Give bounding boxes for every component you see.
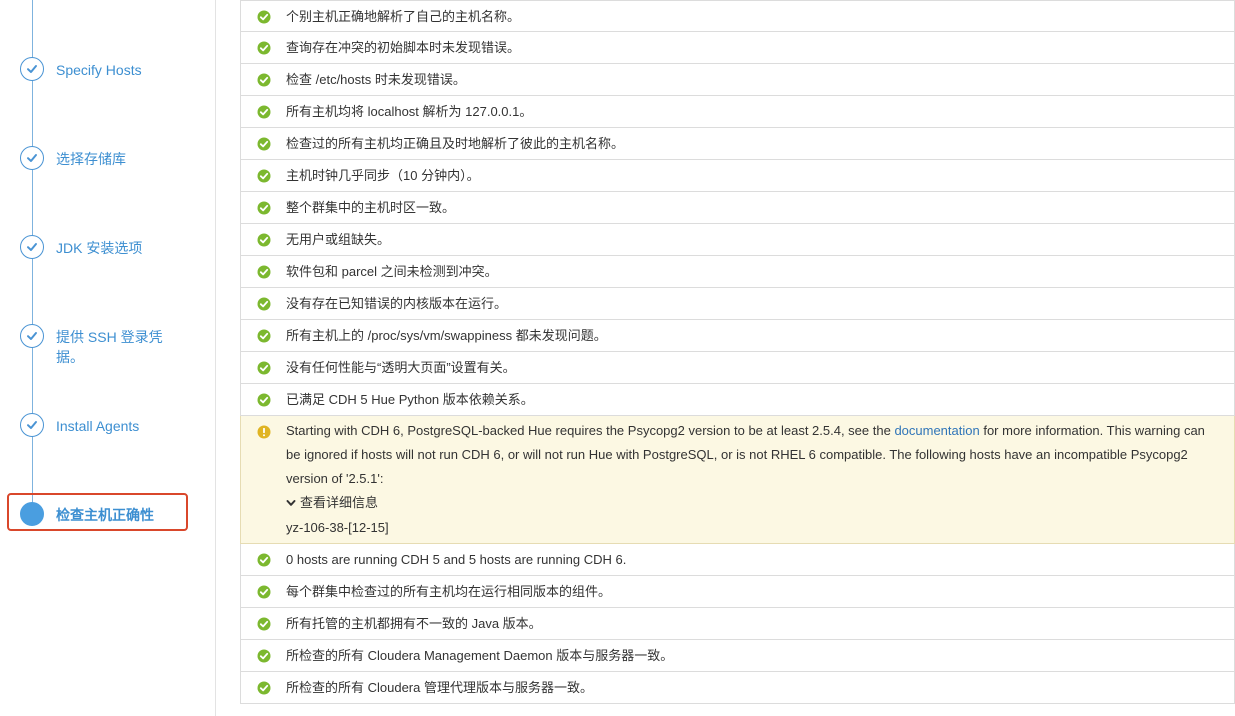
check-row: 所检查的所有 Cloudera Management Daemon 版本与服务器…	[240, 640, 1235, 672]
check-text: 每个群集中检查过的所有主机均在运行相同版本的组件。	[286, 584, 612, 599]
check-circle-icon	[257, 361, 271, 375]
check-circle-icon	[257, 617, 271, 631]
step-label: JDK 安装选项	[56, 240, 143, 256]
check-row: 查询存在冲突的初始脚本时未发现错误。	[240, 32, 1235, 64]
check-row: 所有托管的主机都拥有不一致的 Java 版本。	[240, 608, 1235, 640]
check-text: 查询存在冲突的初始脚本时未发现错误。	[286, 40, 521, 55]
check-text: 所检查的所有 Cloudera 管理代理版本与服务器一致。	[286, 680, 593, 695]
check-row: 所有主机上的 /proc/sys/vm/swappiness 都未发现问题。	[240, 320, 1235, 352]
check-row: 检查过的所有主机均正确且及时地解析了彼此的主机名称。	[240, 128, 1235, 160]
check-circle-icon	[257, 649, 271, 663]
details-toggle-label: 查看详细信息	[300, 495, 379, 510]
check-circle-icon	[257, 681, 271, 695]
step-label: 提供 SSH 登录凭据。	[56, 329, 163, 365]
check-text: 无用户或组缺失。	[286, 232, 391, 247]
affected-hosts: yz-106-38-[12-15]	[286, 520, 389, 535]
step-label: 选择存储库	[56, 151, 126, 167]
warning-message: Starting with CDH 6, PostgreSQL-backed H…	[286, 419, 1221, 540]
check-circle-icon	[257, 297, 271, 311]
check-circle-icon	[257, 73, 271, 87]
step-done-icon	[20, 235, 44, 259]
check-row: 每个群集中检查过的所有主机均在运行相同版本的组件。	[240, 576, 1235, 608]
step-label: Specify Hosts	[56, 62, 142, 78]
check-circle-icon	[257, 265, 271, 279]
step-current-icon	[20, 502, 44, 526]
check-circle-icon	[257, 41, 271, 55]
check-text: 没有存在已知错误的内核版本在运行。	[286, 296, 508, 311]
check-circle-icon	[257, 137, 271, 151]
check-circle-icon	[257, 201, 271, 215]
check-text: 软件包和 parcel 之间未检测到冲突。	[286, 264, 498, 279]
step-label: 检查主机正确性	[56, 507, 154, 523]
check-text: 检查 /etc/hosts 时未发现错误。	[286, 72, 466, 87]
details-toggle[interactable]: 查看详细信息	[286, 491, 1221, 516]
check-circle-icon	[257, 329, 271, 343]
check-circle-icon	[257, 10, 271, 24]
check-row: 检查 /etc/hosts 时未发现错误。	[240, 64, 1235, 96]
check-circle-icon	[257, 393, 271, 407]
check-text: 个别主机正确地解析了自己的主机名称。	[286, 9, 521, 24]
step-done-icon	[20, 324, 44, 348]
check-circle-icon	[257, 105, 271, 119]
check-text: 所有主机上的 /proc/sys/vm/swappiness 都未发现问题。	[286, 328, 607, 343]
chevron-down-icon	[286, 500, 296, 506]
check-circle-icon	[257, 233, 271, 247]
check-circle-icon	[257, 585, 271, 599]
check-text: 没有任何性能与“透明大页面”设置有关。	[286, 360, 516, 375]
warning-row: Starting with CDH 6, PostgreSQL-backed H…	[240, 416, 1235, 544]
check-row: 所有主机均将 localhost 解析为 127.0.0.1。	[240, 96, 1235, 128]
check-circle-icon	[257, 553, 271, 567]
step-done-icon	[20, 413, 44, 437]
check-text: 整个群集中的主机时区一致。	[286, 200, 456, 215]
warning-text-start: Starting with CDH 6, PostgreSQL-backed H…	[286, 423, 895, 438]
check-text: 所有主机均将 localhost 解析为 127.0.0.1。	[286, 104, 533, 119]
check-row: 已满足 CDH 5 Hue Python 版本依赖关系。	[240, 384, 1235, 416]
check-row: 无用户或组缺失。	[240, 224, 1235, 256]
check-row: 主机时钟几乎同步（10 分钟内）。	[240, 160, 1235, 192]
check-text: 已满足 CDH 5 Hue Python 版本依赖关系。	[286, 392, 534, 407]
check-row: 软件包和 parcel 之间未检测到冲突。	[240, 256, 1235, 288]
check-text: 所检查的所有 Cloudera Management Daemon 版本与服务器…	[286, 648, 674, 663]
wizard-sidebar: Specify Hosts 选择存储库 JDK 安装选项 提供 SSH 登录凭据…	[0, 0, 216, 716]
check-text: 0 hosts are running CDH 5 and 5 hosts ar…	[286, 552, 627, 567]
documentation-link[interactable]: documentation	[894, 423, 979, 438]
warning-circle-icon	[257, 425, 271, 439]
step-done-icon	[20, 57, 44, 81]
check-row: 个别主机正确地解析了自己的主机名称。	[240, 0, 1235, 32]
check-row: 没有任何性能与“透明大页面”设置有关。	[240, 352, 1235, 384]
check-text: 主机时钟几乎同步（10 分钟内）。	[286, 168, 480, 183]
check-row: 0 hosts are running CDH 5 and 5 hosts ar…	[240, 544, 1235, 576]
check-circle-icon	[257, 169, 271, 183]
check-text: 检查过的所有主机均正确且及时地解析了彼此的主机名称。	[286, 136, 625, 151]
check-row: 所检查的所有 Cloudera 管理代理版本与服务器一致。	[240, 672, 1235, 704]
check-row: 没有存在已知错误的内核版本在运行。	[240, 288, 1235, 320]
step-done-icon	[20, 146, 44, 170]
check-text: 所有托管的主机都拥有不一致的 Java 版本。	[286, 616, 542, 631]
check-row: 整个群集中的主机时区一致。	[240, 192, 1235, 224]
step-label: Install Agents	[56, 418, 140, 434]
host-inspection-results: 个别主机正确地解析了自己的主机名称。 查询存在冲突的初始脚本时未发现错误。 检查…	[240, 0, 1235, 704]
